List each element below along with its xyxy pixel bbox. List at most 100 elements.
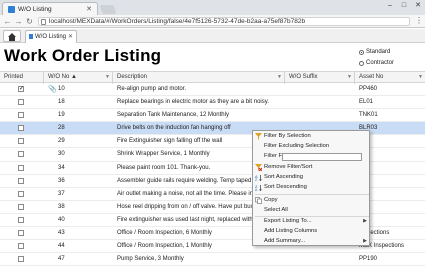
- menu-item-remove-filter-sort[interactable]: Remove Filter/Sort: [253, 163, 371, 172]
- page-icon: [41, 19, 46, 25]
- minimize-button[interactable]: –: [385, 2, 395, 10]
- sort-descending-icon: ZA: [255, 184, 262, 192]
- menu-item-add-listing-columns[interactable]: Add Listing Columns: [253, 227, 371, 236]
- browser-tab[interactable]: W/O Listing ✕: [2, 2, 98, 15]
- browser-window: W/O Listing ✕ – □ ✕ ← → ↻ localhost/MEXD…: [0, 0, 425, 268]
- cell-description: Re-align pump and motor.: [117, 86, 187, 92]
- copy-icon: [255, 197, 262, 204]
- filter-icon[interactable]: ▼: [105, 75, 110, 80]
- sort-ascending-icon: AZ: [255, 174, 262, 182]
- app-nav-bar: W/O Listing ✕: [0, 29, 425, 43]
- printed-checkbox[interactable]: [18, 99, 24, 106]
- cell-wo-no: 10: [58, 86, 65, 92]
- submenu-arrow-icon: ▶: [363, 218, 367, 224]
- cell-wo-no: 37: [58, 190, 65, 197]
- new-tab-button[interactable]: [99, 5, 117, 14]
- maximize-button[interactable]: □: [399, 2, 409, 10]
- cell-wo-no: 30: [58, 151, 65, 158]
- cell-asset-no: TNK01: [359, 112, 378, 119]
- reload-icon[interactable]: ↻: [25, 17, 34, 26]
- cell-description: Pump Service, 3 Monthly: [117, 256, 184, 263]
- menu-item-sort-ascending[interactable]: AZ Sort Ascending: [253, 173, 371, 182]
- menu-item-copy[interactable]: Copy: [253, 196, 371, 205]
- menu-item-export-listing[interactable]: Export Listing To... ▶: [253, 217, 371, 226]
- browser-menu-icon[interactable]: ⋮: [415, 17, 423, 26]
- radio-contractor-button[interactable]: [359, 61, 364, 66]
- address-bar-row: ← → ↻ localhost/MEXData/#/WorkOrders/Lis…: [0, 15, 425, 28]
- tab-wo-listing[interactable]: W/O Listing ✕: [25, 30, 77, 43]
- page-title: Work Order Listing: [4, 46, 162, 65]
- printed-checkbox[interactable]: [18, 125, 24, 132]
- menu-item-sort-descending[interactable]: ZA Sort Descending: [253, 183, 371, 192]
- printed-checkbox[interactable]: [18, 177, 24, 184]
- cell-wo-no: 29: [58, 138, 65, 145]
- printed-checkbox[interactable]: [18, 164, 24, 171]
- close-app-tab-icon[interactable]: ✕: [68, 33, 73, 40]
- menu-item-add-summary[interactable]: Add Summary... ▶: [253, 237, 371, 246]
- cell-wo-suffix: [285, 83, 355, 96]
- cell-asset-no: PP190: [359, 256, 378, 263]
- close-tab-icon[interactable]: ✕: [86, 5, 92, 13]
- cell-description: Separation Tank Maintenance, 12 Monthly: [117, 112, 229, 119]
- cell-wo-no: 18: [58, 99, 65, 106]
- printed-checkbox[interactable]: [18, 216, 24, 223]
- printed-checkbox[interactable]: [18, 230, 24, 237]
- favicon-icon: [8, 6, 15, 13]
- browser-tab-strip: W/O Listing ✕ – □ ✕: [0, 0, 425, 15]
- menu-item-filter-for: Filter For:: [253, 152, 371, 161]
- cell-wo-suffix: [285, 109, 355, 122]
- cell-asset-no: PP460: [359, 86, 378, 92]
- cell-wo-no: 43: [58, 230, 65, 237]
- printed-checkbox[interactable]: [18, 138, 24, 145]
- radio-contractor-label: Contractor: [366, 60, 395, 66]
- table-row[interactable]: 19 Separation Tank Maintenance, 12 Monthl…: [0, 109, 425, 123]
- svg-text:A: A: [255, 188, 258, 191]
- filter-icon[interactable]: ▼: [347, 75, 352, 80]
- cell-wo-no: 38: [58, 203, 65, 210]
- url-input[interactable]: localhost/MEXData/#/WorkOrders/Listing/f…: [38, 17, 410, 26]
- radio-standard-button[interactable]: [359, 50, 364, 55]
- printed-checkbox[interactable]: [18, 203, 24, 210]
- menu-item-select-all[interactable]: Select All: [253, 206, 371, 215]
- cell-wo-no: 44: [58, 243, 65, 250]
- browser-tab-title: W/O Listing: [18, 6, 52, 13]
- context-menu: Filter By Selection Filter Excluding Sel…: [252, 130, 370, 246]
- cell-asset-no: EL01: [359, 99, 374, 106]
- remove-filter-icon: [255, 164, 263, 172]
- filter-icon[interactable]: ▼: [277, 75, 282, 80]
- grid-header: Printed W/O No ▲ ▼ Description ▼ W/O Suf…: [0, 71, 425, 84]
- app-tab-label: W/O Listing: [35, 34, 67, 40]
- back-arrow-icon[interactable]: ←: [3, 17, 12, 26]
- table-row[interactable]: 📎10Re-align pump and motor.PP460: [0, 83, 425, 97]
- printed-checkbox[interactable]: [18, 243, 24, 250]
- menu-item-filter-by-selection[interactable]: Filter By Selection: [253, 132, 371, 141]
- printed-checkbox[interactable]: [18, 190, 24, 197]
- table-row[interactable]: 47 Pump Service, 3 Monthly PP190: [0, 253, 425, 267]
- submenu-arrow-icon: ▶: [363, 238, 367, 244]
- close-window-button[interactable]: ✕: [413, 2, 423, 10]
- radio-standard[interactable]: Standard: [359, 47, 394, 58]
- view-option-group: Standard Contractor: [359, 47, 394, 69]
- document-icon: [29, 34, 33, 39]
- menu-item-filter-excluding-selection[interactable]: Filter Excluding Selection: [253, 142, 371, 151]
- printed-checkbox[interactable]: [18, 256, 24, 263]
- printed-checkbox[interactable]: [18, 112, 24, 119]
- radio-standard-label: Standard: [366, 49, 391, 55]
- printed-checkbox[interactable]: [18, 151, 24, 158]
- table-row[interactable]: 18 Replace bearings in electric motor as …: [0, 96, 425, 110]
- radio-contractor[interactable]: Contractor: [359, 58, 394, 69]
- cell-description: Replace bearings in electric motor as th…: [117, 99, 269, 106]
- cell-wo-no: 34: [58, 164, 65, 171]
- cell-wo-no: 40: [58, 216, 65, 223]
- url-text: localhost/MEXData/#/WorkOrders/Listing/f…: [49, 18, 306, 25]
- filter-icon[interactable]: ▼: [418, 75, 423, 80]
- filter-for-input[interactable]: [282, 153, 362, 161]
- cell-wo-no: 36: [58, 177, 65, 184]
- forward-arrow-icon[interactable]: →: [14, 17, 23, 26]
- menu-separator: [255, 194, 369, 195]
- cell-wo-suffix: [285, 96, 355, 109]
- home-button[interactable]: [3, 30, 21, 42]
- printed-checkbox[interactable]: [18, 85, 24, 92]
- cell-wo-no: 19: [58, 112, 65, 119]
- filter-icon: [255, 133, 262, 140]
